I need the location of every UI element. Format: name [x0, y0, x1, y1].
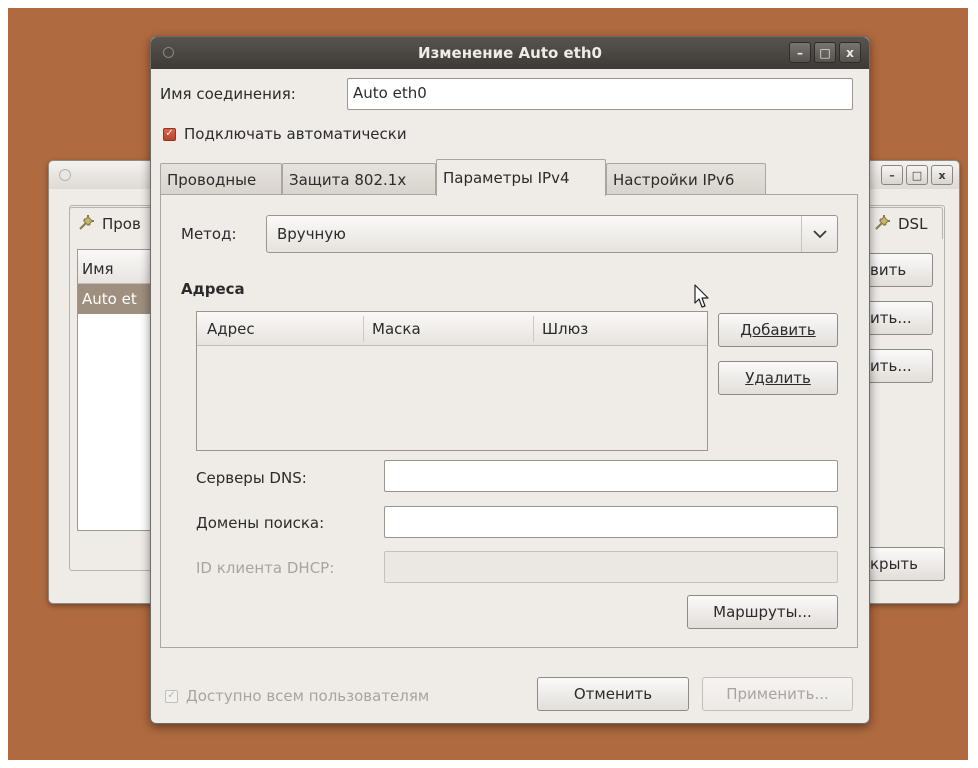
tab-ipv6-settings[interactable]: Настройки IPv6	[606, 163, 766, 195]
bg-tab-wired[interactable]: Пров	[69, 207, 159, 239]
search-domains-field[interactable]	[384, 506, 838, 538]
minimize-button[interactable]: –	[789, 42, 811, 63]
dns-servers-field[interactable]	[384, 460, 838, 492]
plug-icon	[78, 213, 96, 235]
dns-servers-label: Серверы DNS:	[196, 469, 307, 487]
column-divider	[533, 316, 534, 342]
dialog-titlebar[interactable]: Изменение Auto eth0 – □ x	[151, 37, 869, 69]
bg-delete-button[interactable]: ить...	[859, 349, 933, 383]
mouse-cursor-icon	[694, 284, 712, 314]
window-controls: – □ x	[789, 42, 861, 63]
bg-tab-dsl[interactable]: DSL	[865, 207, 943, 239]
method-dropdown-value: Вручную	[277, 225, 346, 243]
bg-tab-wired-label: Пров	[102, 214, 141, 233]
plug-icon	[874, 213, 892, 235]
bg-window-menu-icon[interactable]	[59, 169, 71, 181]
available-all-users-label: Доступно всем пользователям	[186, 687, 430, 705]
bg-tab-dsl-label: DSL	[898, 214, 928, 233]
bg-window-controls: – □ x	[881, 165, 953, 185]
checkbox-checked-icon: ✓	[165, 689, 178, 703]
add-address-button[interactable]: Добавить	[718, 313, 838, 347]
checkbox-checked-icon: ✓	[163, 127, 176, 141]
apply-button: Применить...	[702, 677, 853, 711]
addresses-heading: Адреса	[181, 280, 245, 298]
auto-connect-label: Подключать автоматически	[184, 125, 407, 143]
dhcp-client-id-field	[384, 551, 838, 583]
addresses-table[interactable]: Адрес Маска Шлюз	[196, 311, 708, 451]
routes-button[interactable]: Маршруты...	[687, 595, 838, 629]
bg-add-button[interactable]: вить	[859, 253, 933, 287]
bg-edit-button[interactable]: ить...	[859, 301, 933, 335]
dhcp-client-id-label: ID клиента DHCP:	[196, 559, 335, 577]
connection-name-label: Имя соединения:	[160, 85, 296, 103]
method-label: Метод:	[181, 225, 237, 243]
available-all-users-checkbox: ✓ Доступно всем пользователям	[165, 687, 429, 705]
delete-address-label: Удалить	[745, 369, 811, 387]
column-header-netmask[interactable]: Маска	[372, 320, 421, 338]
bg-minimize-button[interactable]: –	[881, 165, 903, 185]
column-header-gateway[interactable]: Шлюз	[542, 320, 588, 338]
method-dropdown[interactable]: Вручную	[266, 215, 838, 253]
bg-close-dialog-button[interactable]: крыть	[859, 547, 945, 581]
search-domains-label: Домены поиска:	[196, 514, 325, 532]
bg-close-button[interactable]: x	[931, 165, 953, 185]
auto-connect-checkbox[interactable]: ✓ Подключать автоматически	[163, 125, 407, 143]
maximize-button[interactable]: □	[814, 42, 836, 63]
add-address-label: Добавить	[740, 321, 816, 339]
chevron-down-icon	[801, 216, 837, 252]
bg-maximize-button[interactable]: □	[906, 165, 928, 185]
column-divider	[363, 316, 364, 342]
desktop: – □ x Пров DSL Имя Auto et вить ить... и…	[8, 8, 968, 760]
edit-connection-dialog: Изменение Auto eth0 – □ x Имя соединения…	[150, 36, 870, 724]
tab-ipv4-settings[interactable]: Параметры IPv4	[436, 159, 606, 196]
tab-8021x-security[interactable]: Защита 802.1x	[282, 163, 436, 195]
connection-name-field[interactable]: Auto eth0	[347, 78, 853, 110]
cancel-button[interactable]: Отменить	[537, 677, 689, 711]
close-button[interactable]: x	[839, 42, 861, 63]
column-header-address[interactable]: Адрес	[207, 320, 255, 338]
delete-address-button[interactable]: Удалить	[718, 361, 838, 395]
addresses-table-header: Адрес Маска Шлюз	[197, 312, 707, 346]
tab-wired[interactable]: Проводные	[160, 163, 282, 195]
dialog-title: Изменение Auto eth0	[418, 44, 602, 62]
